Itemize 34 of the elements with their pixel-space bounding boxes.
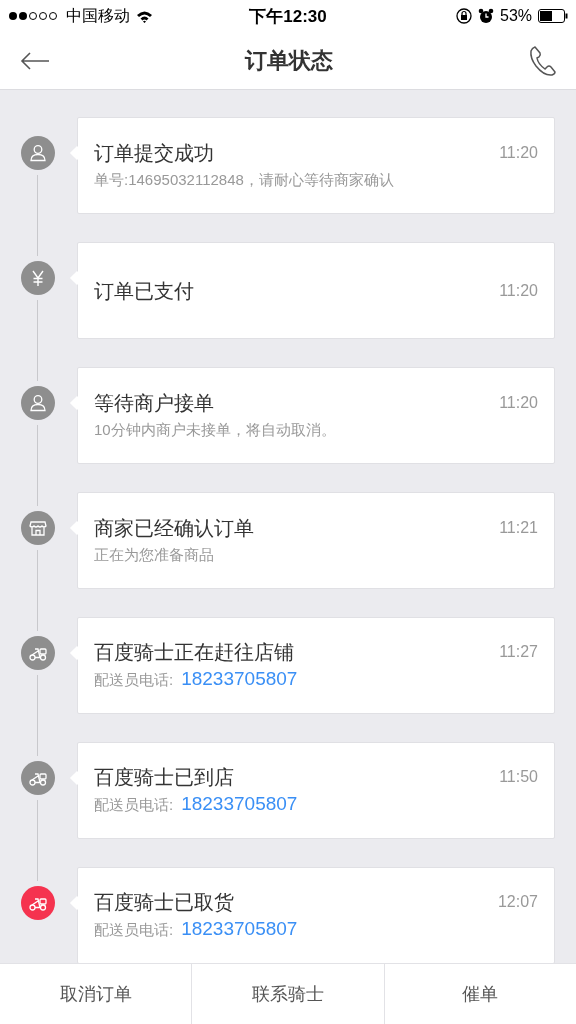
wifi-icon [136,9,153,23]
status-time: 11:27 [499,643,538,661]
rotation-lock-icon [456,8,472,24]
battery-icon [538,9,568,23]
carrier-name: 中国移动 [66,5,130,26]
shop-icon [28,518,48,538]
status-title: 百度骑士正在赶往店铺 [94,640,294,665]
status-time: 11:20 [499,281,538,300]
phone-label: 配送员电话: [94,795,174,815]
person-icon [28,143,48,163]
status-title: 百度骑士已到店 [94,765,234,790]
status-time: 11:21 [499,518,538,537]
battery-percent: 53% [500,7,532,25]
signal-icon [8,11,60,21]
status-time: 11:50 [499,768,538,786]
status-time: 11:20 [499,393,538,412]
phone-label: 配送员电话: [94,920,174,940]
status-detail: 正在为您准备商品 [94,544,215,565]
status-title: 等待商户接单 [94,390,214,416]
status-title: 百度骑士已取货 [94,890,234,915]
phone-icon[interactable] [528,44,556,77]
back-arrow-icon[interactable] [20,50,50,71]
status-detail: 10分钟内商户未接单，将自动取消。 [94,419,337,440]
page-title: 订单状态 [245,46,333,75]
person-icon [28,393,48,413]
status-time: 12:07 [497,893,538,911]
status-detail: 单号:14695032112848，请耐心等待商家确认 [94,169,395,190]
status-time: 下午12:30 [249,5,327,28]
status-title: 订单提交成功 [94,140,214,166]
status-time: 11:20 [499,143,538,162]
status-title: 订单已支付 [94,278,194,304]
status-title: 商家已经确认订单 [94,515,254,541]
alarm-icon [478,8,494,24]
phone-label: 配送员电话: [94,670,174,690]
